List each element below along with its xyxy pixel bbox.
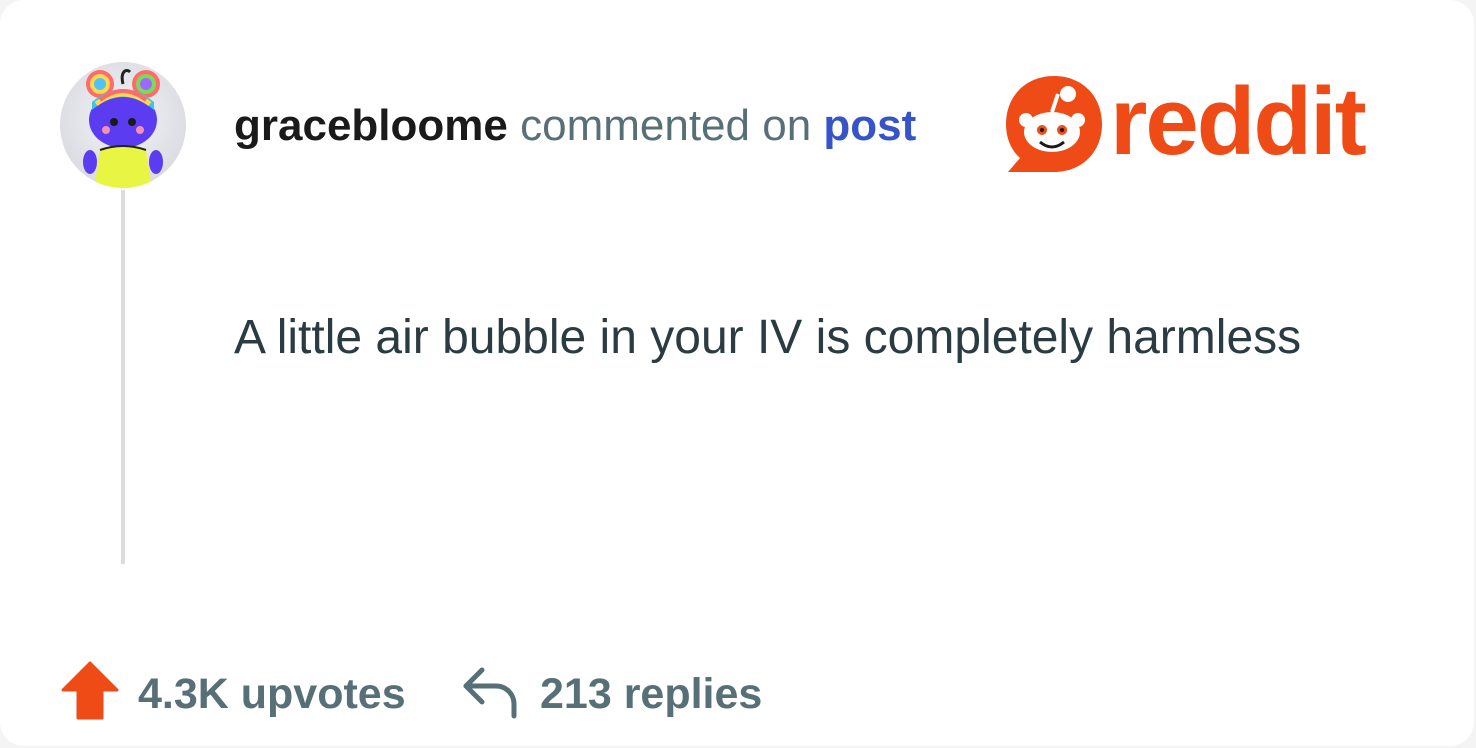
reddit-snoo-icon [1006,76,1102,172]
comment-card: gracebloome commented on post reddit A l… [0,0,1474,746]
comment-header: gracebloome commented on post [234,100,916,152]
reddit-wordmark: reddit [1110,68,1367,175]
avatar-illustration [83,69,163,188]
reply-arrow-icon[interactable] [462,664,520,720]
comment-body: A little air bubble in your IV is comple… [234,311,1302,364]
thread-line [121,190,125,564]
post-link[interactable]: post [823,101,916,150]
upvote-count: 4.3K upvotes [138,670,406,718]
reply-count[interactable]: 213 replies [540,670,762,718]
username-link[interactable]: gracebloome [234,101,508,150]
user-avatar[interactable] [60,62,186,188]
upvote-arrow-icon[interactable] [60,660,120,722]
commented-on-text: commented on [520,101,812,150]
